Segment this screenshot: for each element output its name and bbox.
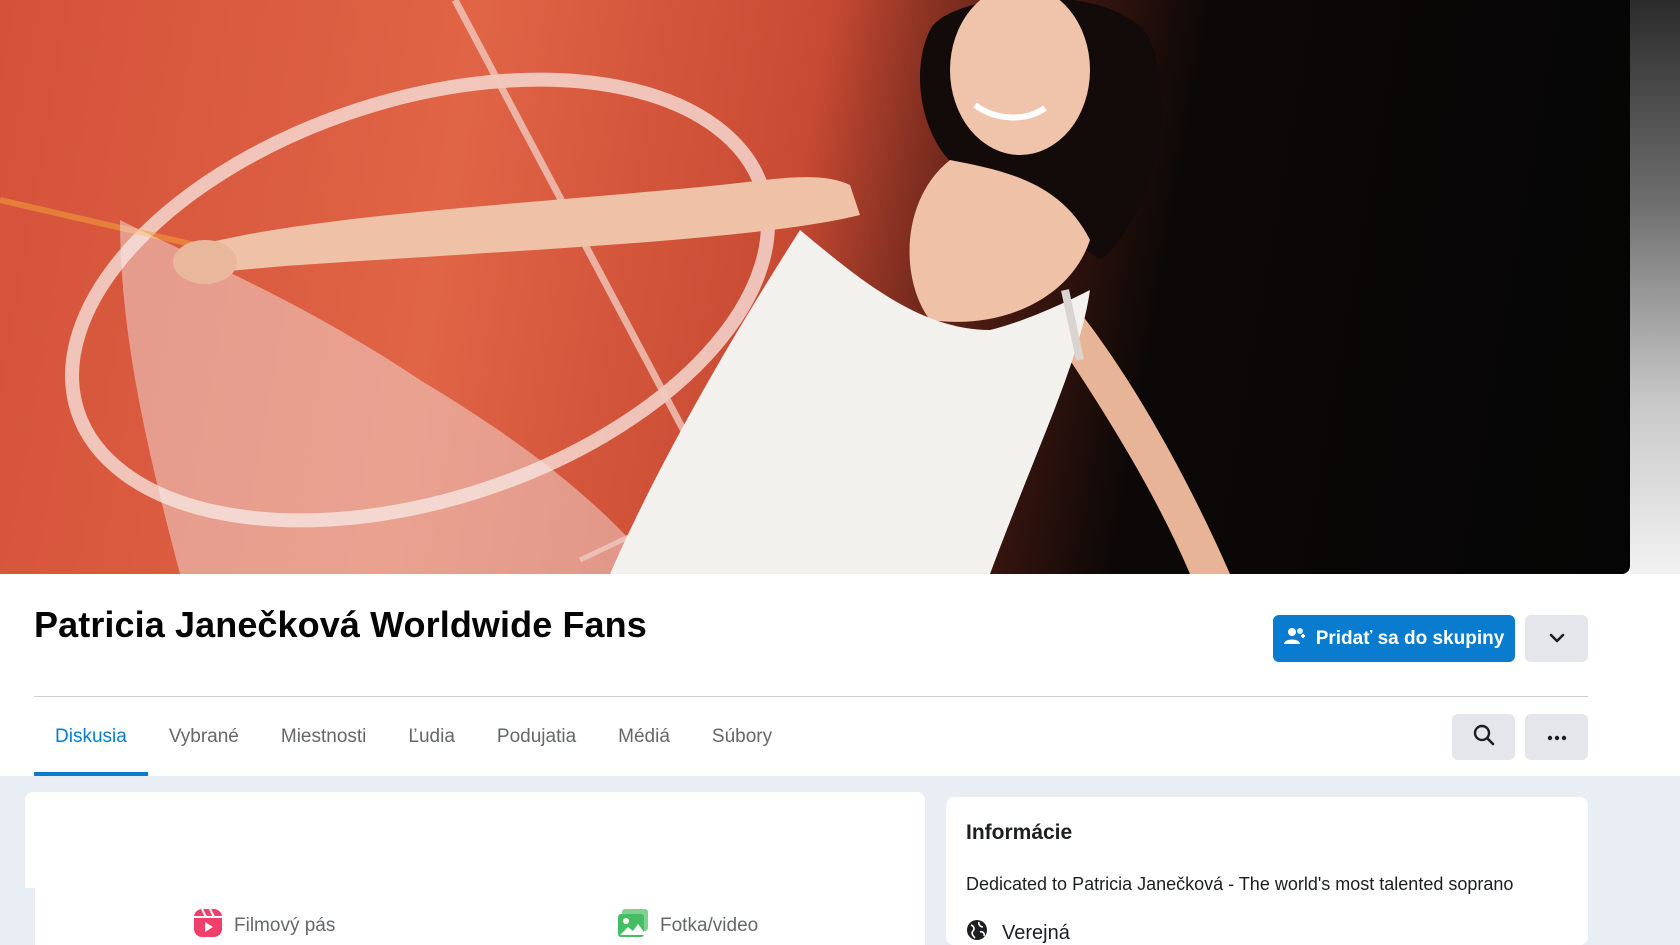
tab-label: Vybrané — [168, 726, 239, 747]
about-card: Informácie Dedicated to Patricia Janečko… — [946, 797, 1588, 945]
composer-edge — [25, 888, 35, 945]
reel-icon — [193, 908, 223, 944]
tab-podujatia[interactable]: Podujatia — [476, 698, 597, 776]
photo-icon — [617, 908, 649, 944]
tab-label: Diskusia — [55, 726, 127, 747]
group-options-dropdown[interactable] — [1525, 615, 1588, 662]
privacy-label: Verejná — [1002, 921, 1070, 944]
reel-button[interactable]: Filmový pás — [193, 908, 335, 944]
tab-media[interactable]: Médiá — [597, 698, 691, 776]
photo-video-button[interactable]: Fotka/video — [617, 908, 758, 944]
tab-vybrane[interactable]: Vybrané — [148, 698, 260, 776]
group-title: Patricia Janečková Worldwide Fans — [34, 604, 647, 645]
tab-ludia[interactable]: Ľudia — [387, 698, 476, 776]
tab-diskusia[interactable]: Diskusia — [34, 698, 148, 776]
join-group-button[interactable]: Pridať sa do skupiny — [1273, 615, 1515, 662]
more-dots-icon — [1547, 728, 1567, 746]
post-composer — [25, 792, 925, 945]
cover-illustration — [0, 0, 1230, 574]
tab-subory[interactable]: Súbory — [691, 698, 793, 776]
tab-label: Ľudia — [408, 726, 455, 747]
search-icon — [1473, 724, 1495, 751]
tab-label: Médiá — [618, 726, 670, 747]
tab-label: Miestnosti — [280, 726, 367, 747]
header-divider — [34, 696, 1588, 697]
globe-icon — [966, 919, 988, 945]
group-tabs: Diskusia Vybrané Miestnosti Ľudia Poduja… — [34, 698, 793, 776]
photo-video-label: Fotka/video — [660, 915, 759, 936]
tab-miestnosti[interactable]: Miestnosti — [260, 698, 388, 776]
privacy-row: Verejná — [966, 919, 1070, 945]
chevron-down-icon — [1549, 630, 1565, 648]
people-add-icon — [1283, 626, 1306, 652]
cover-photo — [0, 0, 1630, 574]
more-options-button[interactable] — [1525, 714, 1588, 760]
about-title: Informácie — [966, 821, 1073, 844]
reel-label: Filmový pás — [234, 915, 336, 936]
about-description: Dedicated to Patricia Janečková - The wo… — [966, 874, 1514, 894]
tab-label: Podujatia — [496, 726, 577, 747]
tab-label: Súbory — [711, 726, 773, 747]
search-group-button[interactable] — [1452, 714, 1515, 760]
join-group-label: Pridať sa do skupiny — [1315, 627, 1505, 649]
page-edge-shade — [1630, 0, 1680, 574]
